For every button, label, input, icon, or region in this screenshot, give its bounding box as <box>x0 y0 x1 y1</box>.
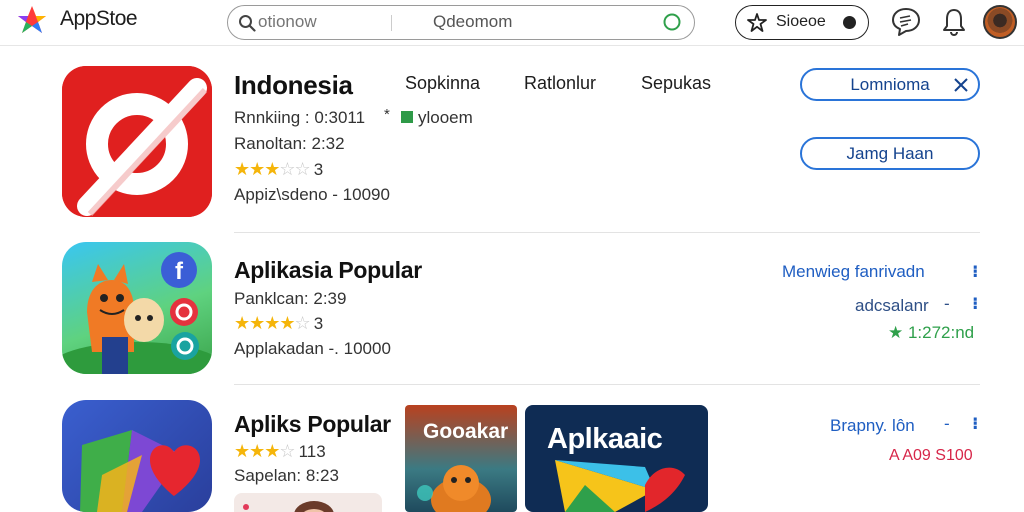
jamg-haan-button[interactable]: Jamg Haan <box>800 137 980 170</box>
ranking-mark: * <box>384 106 390 123</box>
promo-banner-aplkaaic[interactable]: Aplkaaic <box>525 405 708 512</box>
more-options-icon[interactable]: ⁝ <box>972 294 978 314</box>
rating-count: 3 <box>313 314 324 333</box>
bell-icon[interactable] <box>938 6 970 38</box>
blue-heart-icon[interactable] <box>62 400 212 512</box>
search-divider <box>391 15 392 31</box>
store-dot-icon <box>843 16 856 29</box>
app-name[interactable]: Indonesia <box>234 70 353 101</box>
app-name[interactable]: Aplikasia Popular <box>234 257 422 284</box>
search-icon <box>239 15 256 32</box>
svg-text:f: f <box>175 258 184 285</box>
rating-count: 113 <box>298 442 326 461</box>
link-mark: - <box>944 294 950 313</box>
app-title: AppStoe <box>60 7 138 30</box>
star-empty-icon: ☆ <box>279 441 295 461</box>
search-bar[interactable]: Qdeomom <box>227 5 695 40</box>
green-square-icon <box>401 111 413 123</box>
rating-count: 3 <box>313 160 324 179</box>
more-options-icon[interactable]: ⁝ <box>972 414 978 434</box>
star-rating: ★★★☆ 113 <box>234 441 326 462</box>
app-name[interactable]: Apliks Popular <box>234 411 391 438</box>
red-slash-icon[interactable] <box>62 66 212 217</box>
search-input[interactable] <box>258 6 388 38</box>
close-icon[interactable] <box>952 76 970 94</box>
cartoon-cat-social-icon[interactable]: f <box>62 242 212 374</box>
green-rating-text: ★ 1:272:nd <box>888 323 975 342</box>
lomnioma-button[interactable]: Lomnioma <box>800 68 980 101</box>
star-empty-icon: ☆☆ <box>279 159 310 179</box>
chat-bubble-icon[interactable] <box>890 6 922 38</box>
promo-title: Aplkaaic <box>547 423 663 455</box>
rank-line: Panklcan: 2:39 <box>234 289 347 308</box>
go-circle-icon[interactable] <box>662 12 682 32</box>
star-icon: ★★★ <box>234 159 280 179</box>
downloads-text: Applakadan -. 10000 <box>234 339 391 358</box>
avatar[interactable] <box>983 5 1017 39</box>
tab-sopkinna[interactable]: Sopkinna <box>405 73 480 94</box>
adcsalanr-link[interactable]: adcsalanr <box>855 296 929 316</box>
pill-label: Jamg Haan <box>846 144 934 163</box>
star-icon: ★★★ <box>234 441 280 461</box>
star-empty-icon: ☆ <box>294 313 311 333</box>
thumbnail-image[interactable] <box>234 493 382 512</box>
pill-label: Lomnioma <box>850 75 930 94</box>
rank-line: Ranoltan: 2:32 <box>234 134 345 153</box>
more-options-icon[interactable]: ⁝ <box>972 262 978 282</box>
star-rating: ★★★☆☆ 3 <box>234 159 323 180</box>
star-badge-icon <box>747 13 767 32</box>
menwieg-link[interactable]: Menwieg fanrivadn <box>782 262 925 282</box>
tab-sepukas[interactable]: Sepukas <box>641 73 711 94</box>
brapny-link[interactable]: Brapny. lôn <box>830 416 915 436</box>
store-button-label: Sioeoe <box>776 13 826 30</box>
rank-line: Sapelan: 8:23 <box>234 466 339 485</box>
row-divider <box>234 232 980 233</box>
star-icon: ★★★★ <box>234 313 296 333</box>
ranking-tag: ylooem <box>418 108 473 127</box>
promo-banner-gooakar[interactable]: Gooakar <box>405 405 517 512</box>
row-divider <box>234 384 980 385</box>
top-bar: AppStoe Qdeomom Sioeoe <box>0 0 1024 46</box>
promo-title: Gooakar <box>423 420 509 443</box>
ranking-text: Rnnkiing : 0:3011 <box>234 108 366 127</box>
star-rating: ★★★★☆ 3 <box>234 313 323 334</box>
store-button[interactable]: Sioeoe <box>735 5 869 40</box>
tab-ratlonlur[interactable]: Ratlonlur <box>524 73 596 94</box>
link-mark: - <box>944 414 950 433</box>
red-price-text: A A09 S100 <box>889 447 973 464</box>
search-center-text: Qdeomom <box>433 12 513 31</box>
downloads-text: Appiz\sdeno - 10090 <box>234 185 390 204</box>
app-logo-icon[interactable] <box>16 4 48 36</box>
